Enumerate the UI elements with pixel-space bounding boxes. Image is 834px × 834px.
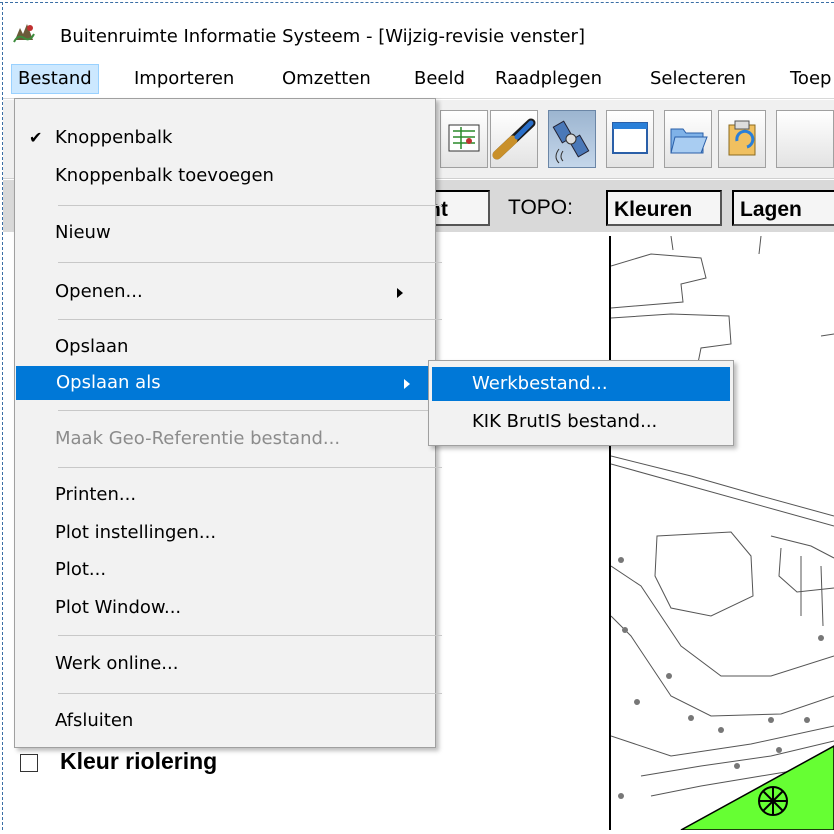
menu-omzetten[interactable]: Omzetten bbox=[276, 64, 377, 94]
menu-bestand[interactable]: Bestand bbox=[11, 64, 99, 94]
checkmark-icon: ✔ bbox=[29, 128, 43, 147]
open-folder-icon bbox=[670, 128, 708, 154]
menu-item-knoppenbalk[interactable]: ✔ Knoppenbalk bbox=[15, 121, 421, 155]
window-frame-top bbox=[0, 2, 834, 3]
menu-item-maak-geo-referentie: Maak Geo-Referentie bestand... bbox=[55, 428, 341, 449]
pipe-button[interactable] bbox=[490, 110, 538, 168]
lagen-button[interactable]: Lagen bbox=[732, 190, 834, 226]
menu-importeren[interactable]: Importeren bbox=[128, 64, 240, 94]
menu-item-openen[interactable]: Openen... bbox=[15, 275, 421, 309]
menu-separator bbox=[58, 319, 442, 320]
layers-button[interactable] bbox=[440, 110, 488, 168]
menu-item-plot[interactable]: Plot... bbox=[15, 553, 421, 587]
menu-item-plot-instellingen[interactable]: Plot instellingen... bbox=[15, 516, 421, 550]
menu-item-printen[interactable]: Printen... bbox=[15, 478, 421, 512]
menu-separator bbox=[58, 262, 442, 263]
layers-icon bbox=[448, 124, 480, 152]
menu-item-opslaan[interactable]: Opslaan bbox=[15, 330, 421, 364]
toolbar-button-partial[interactable] bbox=[776, 110, 834, 168]
menu-item-afsluiten[interactable]: Afsluiten bbox=[15, 704, 421, 738]
app-icon bbox=[13, 24, 35, 43]
menu-item-opslaan-als[interactable]: Opslaan als bbox=[16, 366, 428, 400]
menu-item-nieuw[interactable]: Nieuw bbox=[15, 216, 421, 250]
menu-separator bbox=[58, 467, 442, 468]
menu-toep[interactable]: Toep bbox=[784, 64, 834, 94]
window-icon bbox=[612, 122, 648, 154]
map-canvas[interactable] bbox=[609, 235, 834, 831]
menu-item-knoppenbalk-toevoegen[interactable]: Knoppenbalk toevoegen bbox=[15, 159, 421, 193]
menu-separator bbox=[58, 635, 442, 636]
submenu-item-kik-brutis[interactable]: KIK BrutIS bestand... bbox=[432, 405, 730, 439]
kleur-riolering-checkbox[interactable] bbox=[20, 754, 38, 772]
satellite-button[interactable] bbox=[548, 110, 596, 168]
clipboard-icon bbox=[728, 120, 756, 156]
bestand-menu: ✔ Knoppenbalk Knoppenbalk toevoegen Nieu… bbox=[14, 98, 442, 748]
menu-separator bbox=[58, 693, 442, 694]
tree-icon bbox=[758, 786, 788, 816]
submenu-item-werkbestand[interactable]: Werkbestand... bbox=[432, 367, 730, 401]
open-folder-button[interactable] bbox=[664, 110, 712, 168]
topo-label: TOPO: bbox=[508, 196, 573, 219]
kleur-riolering-label: Kleur riolering bbox=[60, 748, 218, 774]
menu-item-werk-online[interactable]: Werk online... bbox=[15, 647, 421, 681]
menu-separator bbox=[58, 205, 442, 206]
window-button[interactable] bbox=[606, 110, 654, 168]
satellite-icon bbox=[552, 120, 590, 164]
pipe-icon bbox=[492, 118, 536, 160]
menu-item-plot-window[interactable]: Plot Window... bbox=[15, 591, 421, 625]
map-drawing bbox=[610, 235, 834, 831]
clipboard-button[interactable] bbox=[718, 110, 766, 168]
menu-separator bbox=[58, 410, 442, 411]
kleuren-button[interactable]: Kleuren bbox=[606, 190, 722, 226]
submenu-arrow-icon bbox=[404, 379, 410, 389]
menu-selecteren[interactable]: Selecteren bbox=[644, 64, 752, 94]
window-title: Buitenruimte Informatie Systeem - [Wijzi… bbox=[60, 26, 585, 47]
submenu-arrow-icon bbox=[397, 288, 403, 298]
menu-beeld[interactable]: Beeld bbox=[408, 64, 471, 94]
menu-raadplegen[interactable]: Raadplegen bbox=[489, 64, 608, 94]
opslaan-als-submenu: Werkbestand... KIK BrutIS bestand... bbox=[428, 360, 734, 446]
